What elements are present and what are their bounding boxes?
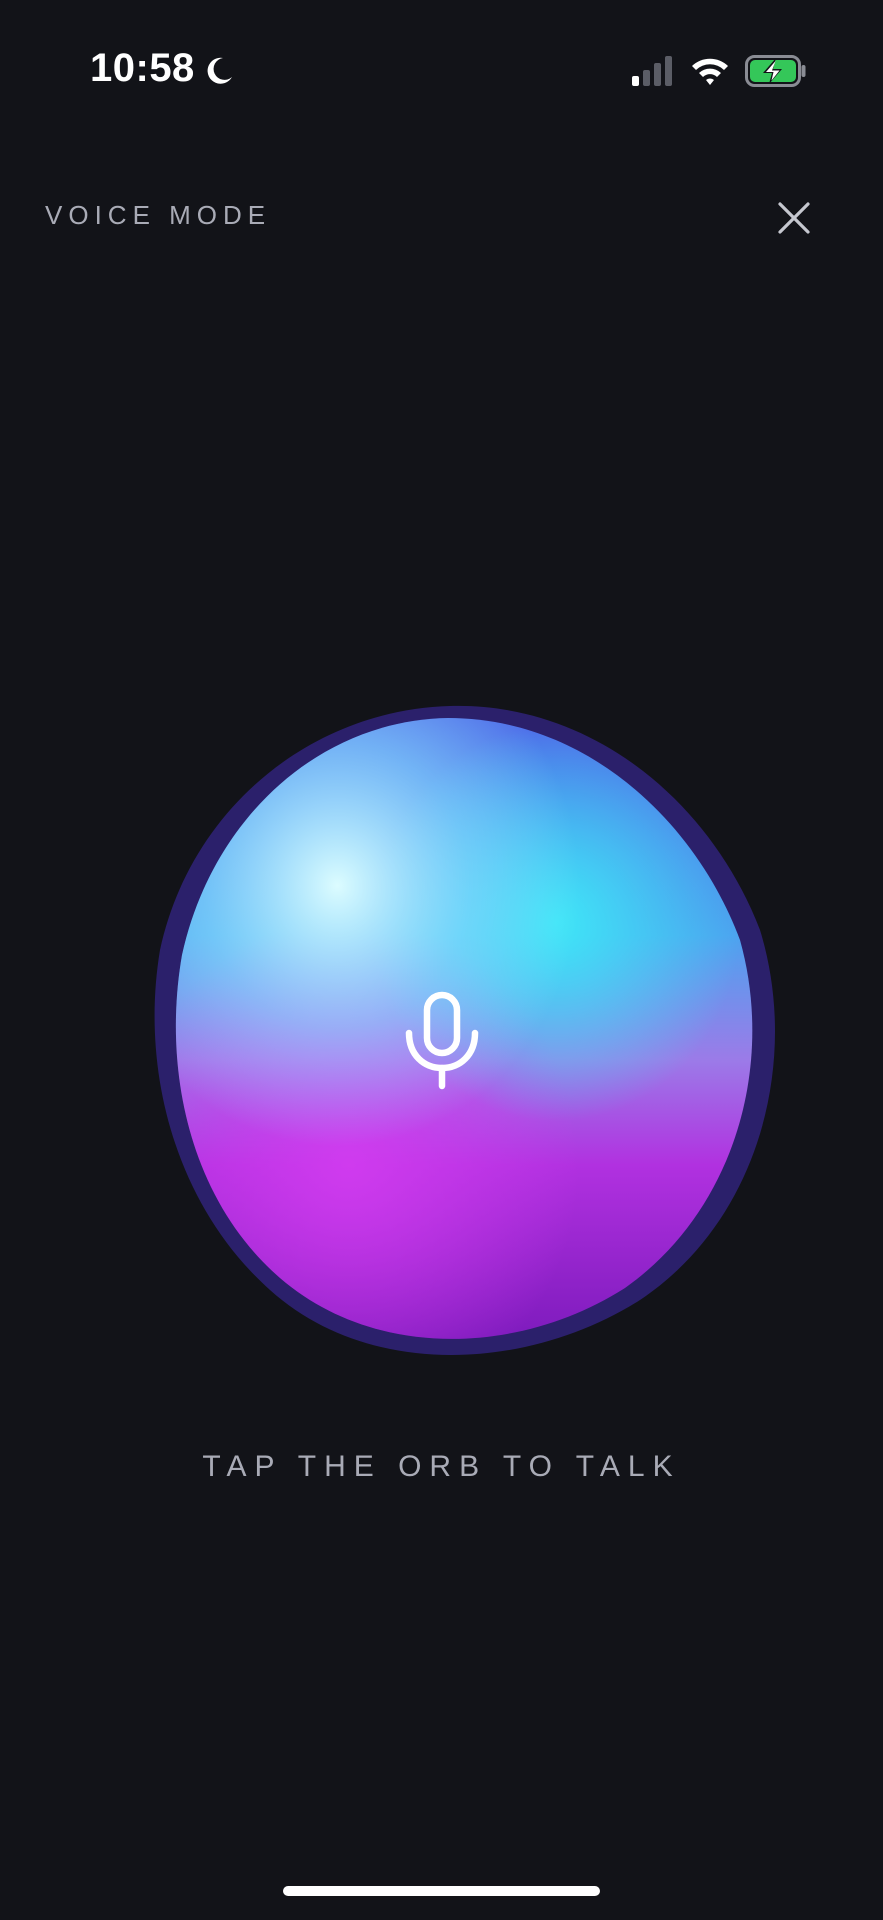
battery-charging-icon	[745, 55, 806, 87]
moon-icon	[207, 57, 232, 84]
status-time: 10:58	[90, 46, 195, 90]
cellular-signal-icon	[632, 56, 672, 86]
status-bar: 10:58	[0, 0, 883, 145]
microphone-icon	[405, 991, 479, 1090]
wifi-icon	[692, 58, 728, 85]
home-indicator[interactable]	[283, 1886, 600, 1896]
page-title: VOICE MODE	[45, 200, 272, 230]
tap-orb-hint: TAP THE ORB TO TALK	[202, 1450, 681, 1483]
close-icon	[778, 202, 810, 234]
close-button[interactable]	[772, 196, 816, 240]
